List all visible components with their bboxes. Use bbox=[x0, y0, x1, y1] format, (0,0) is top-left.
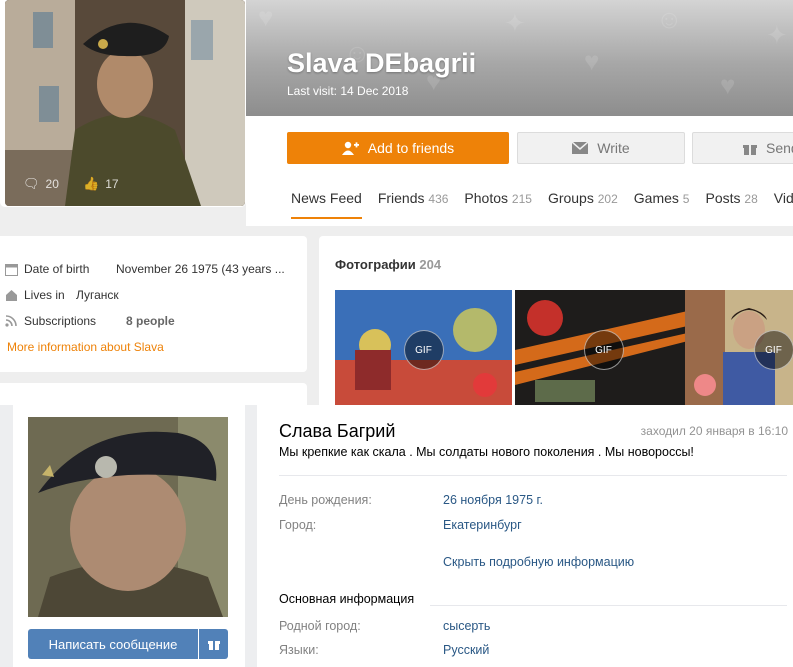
vk-profile-panel: Написать сообщение Слава Багрий заходил … bbox=[0, 405, 793, 667]
more-info-link[interactable]: More information about Slava bbox=[7, 340, 164, 354]
second-card bbox=[0, 383, 307, 405]
ok-profile-panel: ♥ ☺ ♥ ✦ ♥ ☺ ♥ ✦ 🗨 20 👍 17 Slava DEbagrii… bbox=[0, 0, 793, 405]
divider bbox=[430, 605, 787, 606]
vk-languages-row: Языки: Русский bbox=[279, 643, 490, 657]
lives-row: Lives in Луганск bbox=[4, 288, 119, 302]
gift-button[interactable] bbox=[199, 629, 228, 659]
send-gift-button[interactable]: Send bbox=[692, 132, 793, 164]
profile-name: Slava DEbagrii bbox=[287, 48, 477, 78]
home-icon bbox=[4, 288, 18, 302]
gif-badge: GIF bbox=[583, 330, 624, 370]
rss-icon bbox=[4, 314, 18, 328]
tab-games[interactable]: Games 5 bbox=[634, 190, 690, 219]
photo-thumb[interactable]: GIF bbox=[335, 290, 512, 405]
comment-icon: 🗨 bbox=[23, 176, 40, 191]
tab-posts[interactable]: Posts 28 bbox=[705, 190, 757, 219]
section-title: Основная информация bbox=[279, 592, 415, 606]
tab-videos[interactable]: Vid bbox=[774, 190, 793, 219]
calendar-icon bbox=[4, 262, 18, 276]
vk-hometown-row: Родной город: сысерть bbox=[279, 619, 491, 633]
vk-city-row: Город: Екатеринбург bbox=[279, 518, 522, 532]
photo-thumb[interactable]: GIF bbox=[515, 290, 692, 405]
vk-last-seen: заходил 20 января в 16:10 bbox=[640, 424, 788, 438]
gift-icon bbox=[207, 641, 220, 650]
like-icon: 👍 bbox=[83, 176, 100, 191]
avatar-comments[interactable]: 🗨 20 bbox=[23, 176, 59, 192]
photos-title[interactable]: Фотографии 204 bbox=[335, 257, 441, 272]
dob-row: Date of birth November 26 1975 (43 years… bbox=[4, 262, 285, 276]
add-to-friends-button[interactable]: Add to friends bbox=[287, 132, 509, 164]
hide-details-link[interactable]: Скрыть подробную информацию bbox=[443, 555, 634, 569]
write-button[interactable]: Write bbox=[517, 132, 685, 164]
photo-thumb[interactable]: GIF bbox=[685, 290, 793, 405]
envelope-icon bbox=[572, 142, 589, 154]
avatar-card: 🗨 20 👍 17 bbox=[0, 0, 246, 207]
gift-icon bbox=[743, 145, 757, 155]
tab-news-feed[interactable]: News Feed bbox=[291, 190, 362, 219]
vk-status: Мы крепкие как скала . Мы солдаты нового… bbox=[279, 445, 694, 459]
tab-groups[interactable]: Groups 202 bbox=[548, 190, 618, 219]
avatar[interactable]: 🗨 20 👍 17 bbox=[5, 0, 245, 206]
gif-badge: GIF bbox=[753, 330, 793, 370]
about-card: Date of birth November 26 1975 (43 years… bbox=[0, 236, 307, 372]
photos-card: Фотографии 204 GIF GIF GIF bbox=[319, 236, 793, 405]
profile-tabs: News Feed Friends 436 Photos 215 Groups … bbox=[291, 190, 793, 219]
tab-photos[interactable]: Photos 215 bbox=[464, 190, 532, 219]
subscriptions-row: Subscriptions 8 people bbox=[4, 314, 175, 328]
vk-birthday-row: День рождения: 26 ноября 1975 г. bbox=[279, 493, 543, 507]
send-message-button[interactable]: Написать сообщение bbox=[28, 629, 198, 659]
add-user-icon bbox=[341, 141, 359, 155]
vk-avatar[interactable] bbox=[28, 417, 228, 617]
vk-profile-name: Слава Багрий bbox=[279, 421, 396, 441]
divider bbox=[279, 475, 787, 476]
tab-friends[interactable]: Friends 436 bbox=[378, 190, 449, 219]
avatar-likes[interactable]: 👍 17 bbox=[83, 176, 119, 192]
gif-badge: GIF bbox=[403, 330, 444, 370]
last-visit: Last visit: 14 Dec 2018 bbox=[287, 84, 409, 98]
